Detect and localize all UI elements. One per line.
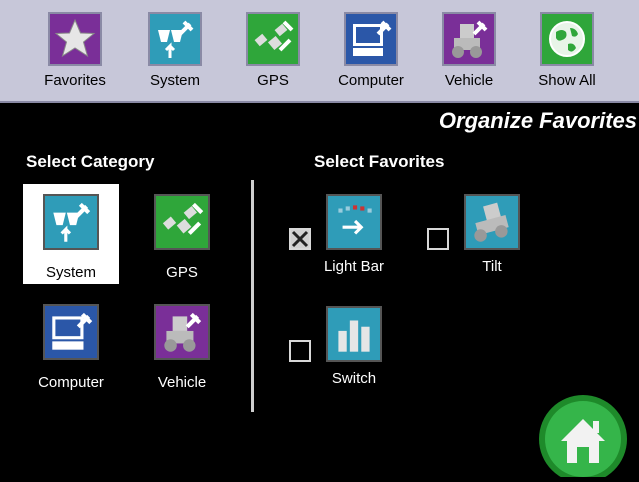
star-icon (48, 12, 102, 66)
light-bar-checkbox[interactable] (289, 228, 311, 250)
switch-icon (326, 306, 382, 362)
gps-icon (246, 12, 300, 66)
light-bar-icon (326, 194, 382, 250)
system-icon (148, 12, 202, 66)
tilt-icon (464, 194, 520, 250)
select-category-heading: Select Category (26, 152, 155, 171)
vehicle-icon (154, 304, 210, 360)
favorite-light-bar[interactable]: Light Bar (312, 194, 396, 275)
home-button[interactable] (537, 393, 631, 477)
home-icon (539, 395, 627, 477)
switch-checkbox[interactable] (289, 340, 311, 362)
toolbar-vehicle-label: Vehicle (444, 72, 494, 89)
favorite-light-bar-label: Light Bar (323, 258, 385, 275)
toolbar-gps[interactable]: GPS (230, 12, 316, 89)
toolbar-favorites[interactable]: Favorites (32, 12, 118, 89)
vehicle-icon (442, 12, 496, 66)
favorite-tilt-label: Tilt (482, 258, 502, 275)
toolbar-show-all-label: Show All (538, 72, 596, 89)
category-system[interactable]: System (23, 184, 119, 284)
category-computer-label: Computer (38, 374, 104, 391)
category-gps-label: GPS (166, 264, 198, 281)
select-favorites-heading: Select Favorites (314, 152, 445, 171)
category-system-label: System (45, 264, 96, 281)
toolbar-vehicle[interactable]: Vehicle (426, 12, 512, 89)
computer-icon (344, 12, 398, 66)
toolbar-system[interactable]: System (132, 12, 218, 89)
favorite-switch-label: Switch (331, 370, 377, 387)
toolbar-computer[interactable]: Computer (328, 12, 414, 89)
toolbar-system-label: System (149, 72, 200, 89)
favorite-switch[interactable]: Switch (312, 306, 396, 387)
computer-icon (43, 304, 99, 360)
tilt-checkbox[interactable] (427, 228, 449, 250)
category-vehicle-label: Vehicle (157, 374, 207, 391)
gps-icon (154, 194, 210, 250)
page-title: Organize Favorites (438, 108, 637, 133)
toolbar-gps-label: GPS (257, 72, 289, 89)
toolbar-show-all[interactable]: Show All (524, 12, 610, 89)
category-computer[interactable]: Computer (23, 294, 119, 394)
category-vehicle[interactable]: Vehicle (134, 294, 230, 394)
toolbar-favorites-label: Favorites (44, 72, 106, 89)
top-toolbar: Favorites System GPS Computer Vehicle Sh… (0, 0, 639, 103)
check-x-icon (291, 230, 309, 248)
system-icon (43, 194, 99, 250)
category-gps[interactable]: GPS (134, 184, 230, 284)
toolbar-computer-label: Computer (338, 72, 404, 89)
section-divider (251, 180, 254, 412)
globe-icon (540, 12, 594, 66)
favorite-tilt[interactable]: Tilt (450, 194, 534, 275)
